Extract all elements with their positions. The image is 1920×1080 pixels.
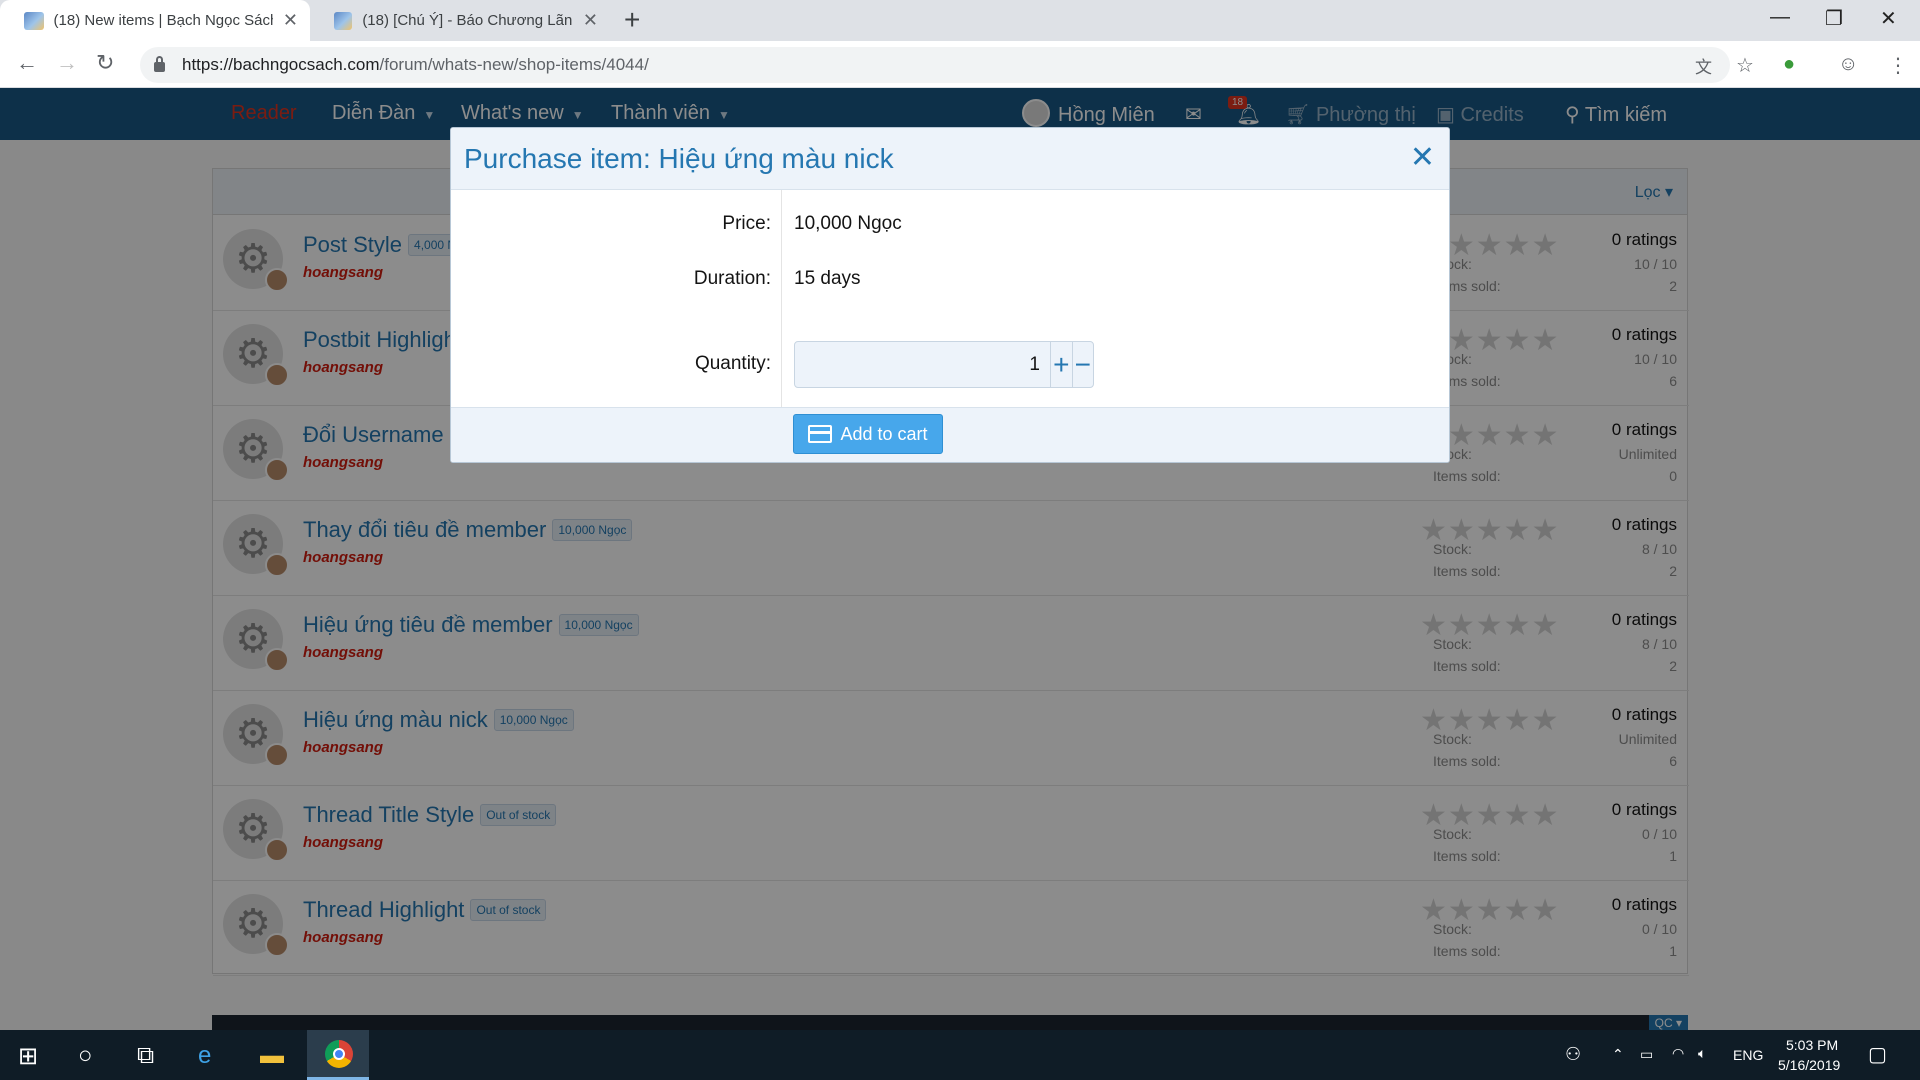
chrome-taskbar-button[interactable]: [307, 1030, 369, 1080]
form-divider: [781, 190, 782, 407]
clock-time[interactable]: 5:03 PM: [1786, 1037, 1838, 1053]
url-host: https://bachngocsach.com: [182, 55, 380, 74]
cortana-icon[interactable]: ○: [78, 1042, 93, 1070]
bookmark-star-icon[interactable]: ☆: [1736, 53, 1754, 78]
windows-start-icon[interactable]: ⊞: [18, 1042, 38, 1071]
profile-icon[interactable]: ☺: [1838, 53, 1858, 76]
dialog-title: Purchase item: Hiệu ứng màu nick: [464, 143, 894, 174]
site-favicon-icon: [334, 11, 353, 30]
clock-date[interactable]: 5/16/2019: [1778, 1057, 1840, 1073]
tab-close-icon[interactable]: ✕: [583, 10, 598, 31]
window-close-icon[interactable]: ✕: [1880, 6, 1897, 31]
tab-close-icon[interactable]: ✕: [283, 10, 298, 31]
dialog-header: Purchase item: Hiệu ứng màu nick ✕: [451, 128, 1449, 190]
chrome-icon: [325, 1040, 353, 1068]
wifi-icon[interactable]: ◠: [1672, 1045, 1684, 1062]
translate-icon[interactable]: 文: [1695, 53, 1712, 78]
battery-icon[interactable]: ▭: [1640, 1046, 1653, 1063]
browser-tab[interactable]: (18) [Chú Ý] - Báo Chương Lãnh Đ ✕: [310, 0, 610, 41]
credit-card-icon: [808, 425, 833, 443]
extension-icon[interactable]: ●: [1783, 53, 1795, 76]
address-bar[interactable]: https://bachngocsach.com /forum/whats-ne…: [140, 47, 1730, 83]
task-view-icon[interactable]: ⧉: [137, 1042, 154, 1070]
price-label: Price:: [722, 213, 771, 234]
quantity-label: Quantity:: [694, 353, 771, 374]
price-value: 10,000 Ngọc: [794, 213, 902, 234]
windows-taskbar: ⊞ ○ ⧉ e ▬ ⚇ ⌃ ▭ ◠ 🔈︎ ENG 5:03 PM 5/16/20…: [0, 1030, 1920, 1080]
tab-title: (18) New items | Bạch Ngọc Sách: [53, 12, 273, 29]
add-to-cart-label: Add to cart: [840, 423, 928, 444]
quantity-stepper: + −: [794, 341, 1094, 388]
new-tab-icon[interactable]: +: [624, 6, 640, 34]
menu-icon[interactable]: ⋮: [1888, 53, 1908, 78]
plus-icon[interactable]: +: [1050, 342, 1072, 387]
close-icon[interactable]: ✕: [1410, 140, 1435, 175]
url-path: /forum/whats-new/shop-items/4044/: [379, 55, 649, 74]
minimize-icon[interactable]: —: [1770, 6, 1790, 29]
browser-tab-bar: (18) New items | Bạch Ngọc Sách ✕ (18) […: [0, 0, 1920, 41]
duration-value: 15 days: [794, 268, 861, 289]
forward-icon[interactable]: →: [56, 51, 78, 75]
dialog-footer: Add to cart: [451, 407, 1449, 462]
notifications-icon[interactable]: ▢: [1868, 1042, 1887, 1067]
file-explorer-icon[interactable]: ▬: [260, 1042, 284, 1070]
back-icon[interactable]: ←: [16, 51, 38, 75]
restore-icon[interactable]: ❐: [1825, 6, 1843, 31]
reload-icon[interactable]: ↻: [96, 51, 114, 75]
tray-chevron-icon[interactable]: ⌃: [1612, 1046, 1624, 1063]
quantity-input[interactable]: [795, 342, 1050, 387]
duration-label: Duration:: [693, 268, 771, 289]
lock-icon: [154, 56, 165, 72]
browser-tab-active[interactable]: (18) New items | Bạch Ngọc Sách ✕: [0, 0, 310, 41]
minus-icon[interactable]: −: [1071, 342, 1094, 387]
language-indicator[interactable]: ENG: [1733, 1047, 1763, 1063]
tab-title: (18) [Chú Ý] - Báo Chương Lãnh Đ: [362, 12, 573, 29]
volume-icon[interactable]: 🔈︎: [1698, 1045, 1706, 1062]
site-favicon-icon: [24, 11, 44, 30]
add-to-cart-button[interactable]: Add to cart: [793, 414, 943, 454]
people-icon[interactable]: ⚇: [1565, 1044, 1581, 1065]
purchase-dialog: Purchase item: Hiệu ứng màu nick ✕ Price…: [450, 127, 1450, 463]
internet-explorer-icon[interactable]: e: [198, 1042, 211, 1070]
browser-toolbar: ← → ↻ https://bachngocsach.com /forum/wh…: [0, 41, 1920, 88]
